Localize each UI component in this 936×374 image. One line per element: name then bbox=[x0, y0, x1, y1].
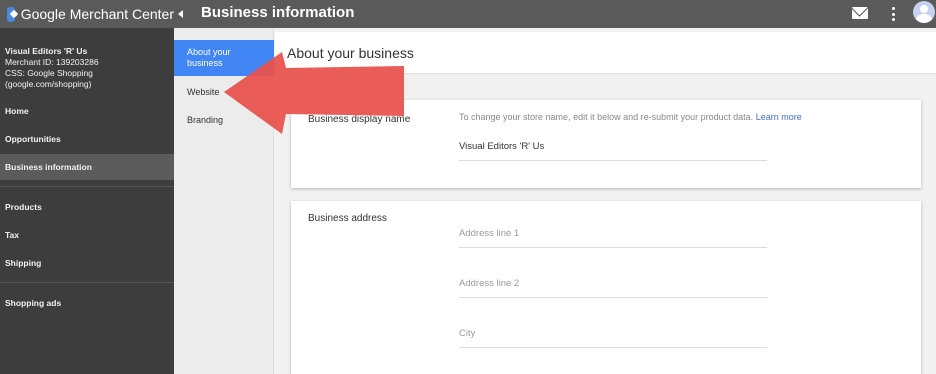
sidebar-item-shopping-ads[interactable]: Shopping ads bbox=[0, 290, 174, 316]
display-name-help-text: To change your store name, edit it below… bbox=[459, 112, 802, 122]
business-display-name-field[interactable]: Visual Editors 'R' Us bbox=[459, 141, 767, 161]
business-address-label: Business address bbox=[308, 213, 387, 224]
mail-icon[interactable] bbox=[852, 7, 868, 19]
address-line-1-input[interactable]: Address line 1 bbox=[459, 228, 767, 248]
top-app-bar: Google Merchant Center Business informat… bbox=[0, 0, 936, 28]
sidebar-divider bbox=[0, 282, 174, 283]
sidebar-divider bbox=[0, 186, 174, 187]
annotation-arrow-icon bbox=[224, 52, 404, 134]
brand-name: Google Merchant Center bbox=[20, 6, 174, 22]
account-info: Visual Editors 'R' Us Merchant ID: 13920… bbox=[5, 46, 99, 90]
css-url: (google.com/shopping) bbox=[5, 79, 92, 89]
city-input[interactable]: City bbox=[459, 328, 767, 348]
sidebar-item-home[interactable]: Home bbox=[0, 98, 174, 124]
main-sidebar: Visual Editors 'R' Us Merchant ID: 13920… bbox=[0, 28, 174, 374]
learn-more-link[interactable]: Learn more bbox=[756, 112, 802, 122]
help-text: To change your store name, edit it below… bbox=[459, 112, 754, 122]
sidebar-item-shipping[interactable]: Shipping bbox=[0, 250, 174, 276]
css-name: CSS: Google Shopping bbox=[5, 68, 93, 78]
sidebar-item-products[interactable]: Products bbox=[0, 194, 174, 220]
sidebar-item-business-information[interactable]: Business information bbox=[0, 154, 174, 180]
sidebar-item-tax[interactable]: Tax bbox=[0, 222, 174, 248]
sidebar-item-opportunities[interactable]: Opportunities bbox=[0, 126, 174, 152]
merchant-center-logo-icon bbox=[7, 6, 15, 22]
collapse-sidebar-icon[interactable] bbox=[176, 7, 188, 21]
address-line-2-input[interactable]: Address line 2 bbox=[459, 278, 767, 298]
business-address-card: Business address Address line 1 Address … bbox=[291, 201, 921, 374]
brand[interactable]: Google Merchant Center bbox=[0, 0, 174, 28]
more-vert-icon[interactable] bbox=[889, 6, 897, 22]
page-title: Business information bbox=[201, 4, 355, 21]
account-name: Visual Editors 'R' Us bbox=[5, 46, 88, 56]
avatar[interactable] bbox=[913, 1, 935, 23]
merchant-id: Merchant ID: 139203286 bbox=[5, 57, 99, 67]
